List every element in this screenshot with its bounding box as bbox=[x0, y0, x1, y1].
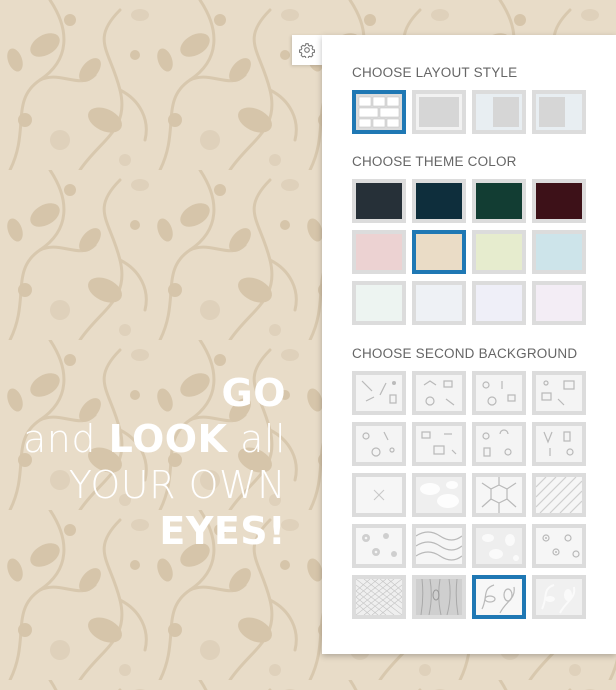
gear-icon bbox=[299, 43, 315, 58]
style-switcher-panel: CHOOSE LAYOUT STYLE CHOOSE THEME COLOR C… bbox=[322, 35, 616, 654]
layout-style-options bbox=[352, 90, 616, 134]
floral-wash-pattern-thumbnail bbox=[416, 477, 462, 513]
background-option-white-damask[interactable] bbox=[532, 575, 586, 619]
settings-toggle-button[interactable] bbox=[292, 35, 322, 65]
layout-option-right-sidebar[interactable] bbox=[532, 90, 586, 134]
background-option-floral-wash[interactable] bbox=[412, 473, 466, 517]
color-fill bbox=[416, 234, 462, 270]
theme-color-swatch[interactable] bbox=[412, 179, 466, 223]
tools-pattern-thumbnail bbox=[356, 375, 402, 411]
layout-option-full-width[interactable] bbox=[412, 90, 466, 134]
second-background-heading: CHOOSE SECOND BACKGROUND bbox=[352, 346, 578, 361]
color-fill bbox=[536, 183, 582, 219]
waves-pattern-thumbnail bbox=[416, 528, 462, 564]
hero-line-2: and LOOK all bbox=[23, 417, 286, 461]
diamond-mesh-pattern-thumbnail bbox=[356, 579, 402, 615]
background-option-diamond-mesh[interactable] bbox=[352, 575, 406, 619]
daisies-pattern-thumbnail bbox=[356, 528, 402, 564]
background-option-party[interactable] bbox=[352, 422, 406, 466]
hero-line-4: EYES! bbox=[159, 509, 286, 553]
theme-color-swatch[interactable] bbox=[532, 230, 586, 274]
background-option-travel[interactable] bbox=[412, 371, 466, 415]
background-option-office[interactable] bbox=[532, 371, 586, 415]
theme-color-swatch[interactable] bbox=[352, 179, 406, 223]
color-fill bbox=[356, 234, 402, 270]
left-sidebar-layout-icon bbox=[476, 94, 522, 130]
travel-pattern-thumbnail bbox=[416, 375, 462, 411]
color-fill bbox=[536, 234, 582, 270]
diagonal-lines-pattern-thumbnail bbox=[536, 477, 582, 513]
boxed-grid-layout-icon bbox=[356, 94, 402, 130]
food-pattern-thumbnail bbox=[476, 375, 522, 411]
hexagon-pattern-thumbnail bbox=[476, 477, 522, 513]
drinks-pattern-thumbnail bbox=[536, 426, 582, 462]
color-fill bbox=[476, 183, 522, 219]
theme-color-swatch[interactable] bbox=[472, 179, 526, 223]
color-fill bbox=[416, 183, 462, 219]
background-option-tech[interactable] bbox=[412, 422, 466, 466]
color-fill bbox=[356, 183, 402, 219]
background-option-light-damask[interactable] bbox=[472, 524, 526, 568]
background-option-blue-damask[interactable] bbox=[472, 575, 526, 619]
background-option-cross[interactable] bbox=[352, 473, 406, 517]
color-fill bbox=[476, 285, 522, 321]
layout-option-left-sidebar[interactable] bbox=[472, 90, 526, 134]
tech-pattern-thumbnail bbox=[416, 426, 462, 462]
theme-color-swatch[interactable] bbox=[352, 230, 406, 274]
theme-color-heading: CHOOSE THEME COLOR bbox=[352, 154, 517, 169]
background-option-drinks[interactable] bbox=[532, 422, 586, 466]
theme-color-swatch[interactable] bbox=[472, 281, 526, 325]
background-option-wood[interactable] bbox=[412, 575, 466, 619]
background-option-tools[interactable] bbox=[352, 371, 406, 415]
background-option-diagonal-lines[interactable] bbox=[532, 473, 586, 517]
theme-color-swatch[interactable] bbox=[532, 281, 586, 325]
theme-color-swatch[interactable] bbox=[412, 230, 466, 274]
hero-line-1: GO bbox=[221, 371, 286, 415]
second-background-options bbox=[352, 371, 616, 619]
hero-line-3: YOUR OWN bbox=[68, 463, 286, 507]
wood-pattern-thumbnail bbox=[416, 579, 462, 615]
background-option-circles[interactable] bbox=[532, 524, 586, 568]
layout-style-heading: CHOOSE LAYOUT STYLE bbox=[352, 65, 518, 80]
office-pattern-thumbnail bbox=[536, 375, 582, 411]
theme-color-swatch[interactable] bbox=[472, 230, 526, 274]
background-option-hexagon[interactable] bbox=[472, 473, 526, 517]
background-option-food[interactable] bbox=[472, 371, 526, 415]
layout-option-boxed-grid[interactable] bbox=[352, 90, 406, 134]
color-fill bbox=[356, 285, 402, 321]
full-width-layout-icon bbox=[416, 94, 462, 130]
blue-damask-pattern-thumbnail bbox=[476, 579, 522, 615]
background-option-daisies[interactable] bbox=[352, 524, 406, 568]
color-fill bbox=[476, 234, 522, 270]
theme-color-swatch[interactable] bbox=[412, 281, 466, 325]
theme-color-swatch[interactable] bbox=[532, 179, 586, 223]
right-sidebar-layout-icon bbox=[536, 94, 582, 130]
background-option-gadgets[interactable] bbox=[472, 422, 526, 466]
theme-color-options bbox=[352, 179, 616, 325]
white-damask-pattern-thumbnail bbox=[536, 579, 582, 615]
circles-pattern-thumbnail bbox=[536, 528, 582, 564]
light-damask-pattern-thumbnail bbox=[476, 528, 522, 564]
color-fill bbox=[416, 285, 462, 321]
theme-color-swatch[interactable] bbox=[352, 281, 406, 325]
color-fill bbox=[536, 285, 582, 321]
hero-tagline: GO and LOOK all YOUR OWN EYES! bbox=[23, 370, 286, 554]
gadgets-pattern-thumbnail bbox=[476, 426, 522, 462]
party-pattern-thumbnail bbox=[356, 426, 402, 462]
cross-pattern-thumbnail bbox=[356, 477, 402, 513]
background-option-waves[interactable] bbox=[412, 524, 466, 568]
